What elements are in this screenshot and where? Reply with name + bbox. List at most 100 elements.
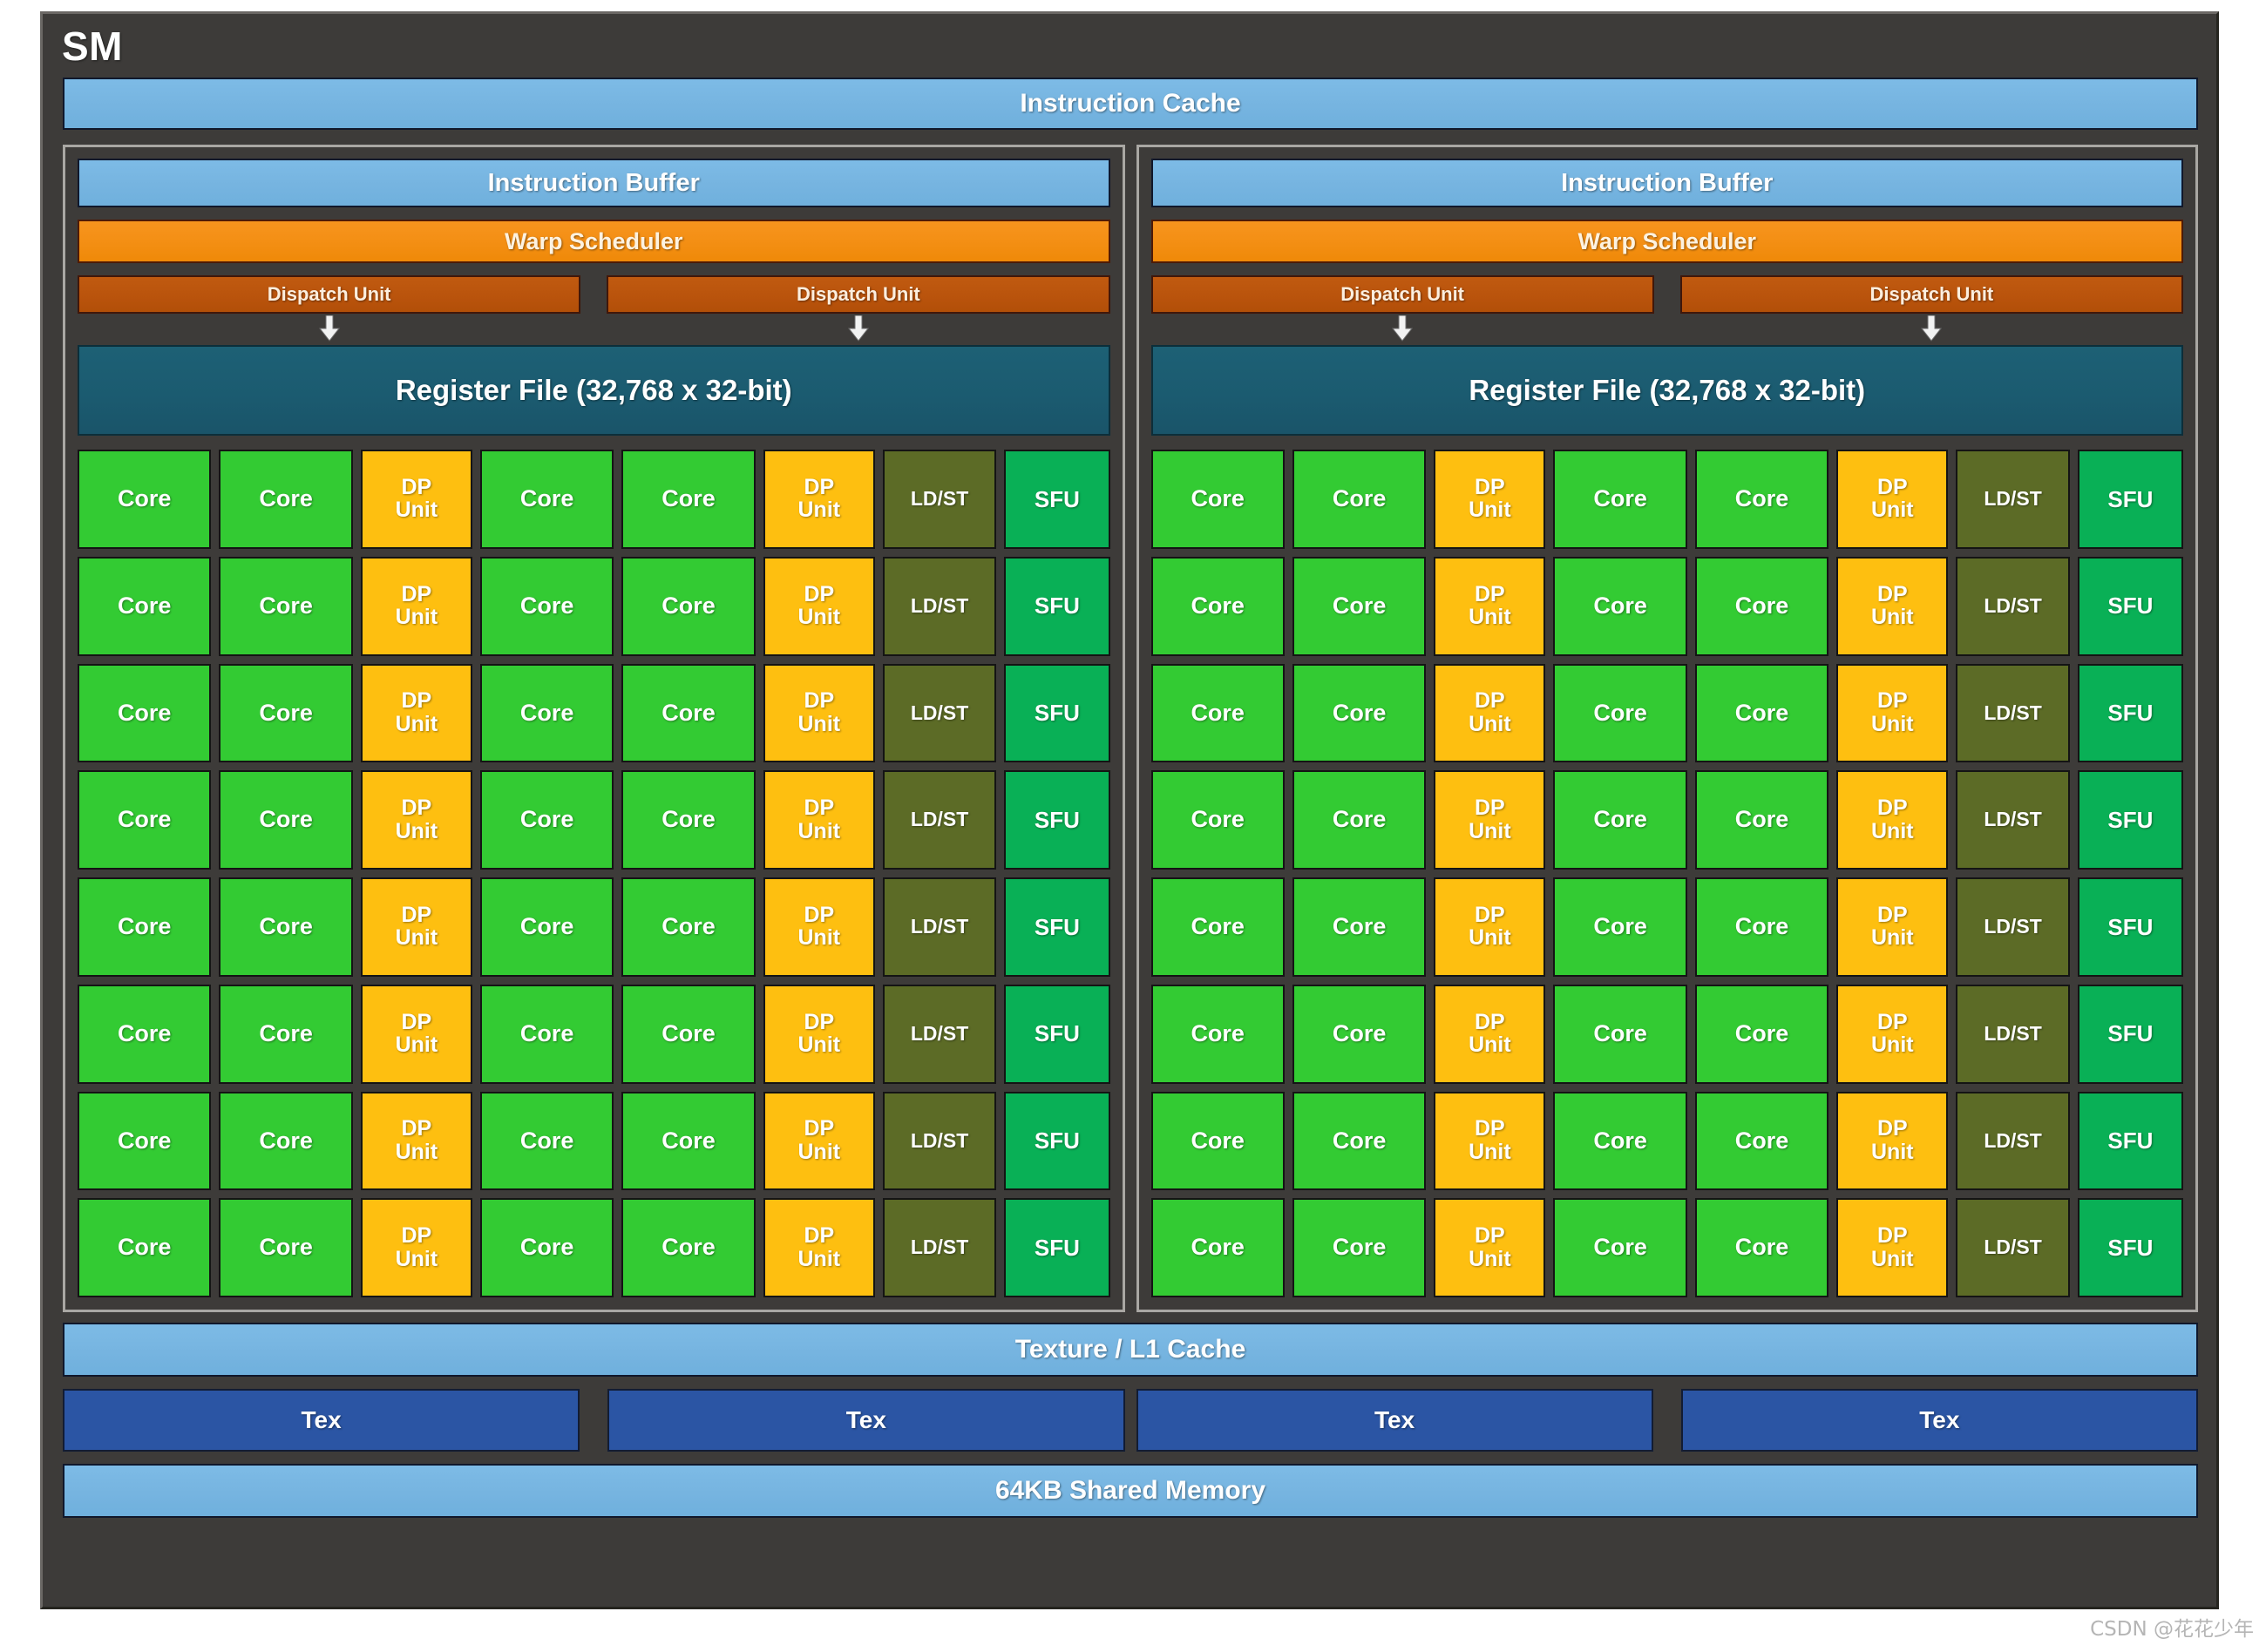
- dispatch-arrow-row-left: [78, 314, 1110, 343]
- core-unit: Core: [1553, 1198, 1687, 1297]
- core-unit: Core: [78, 1091, 212, 1191]
- dp-unit: DP Unit: [1836, 1198, 1949, 1297]
- special-function-unit: SFU: [2077, 1198, 2184, 1297]
- core-unit: Core: [621, 450, 756, 549]
- tex-unit-1: Tex: [607, 1389, 1125, 1452]
- down-arrow-icon: [318, 315, 341, 342]
- dp-unit: DP Unit: [1434, 450, 1546, 549]
- dp-unit: DP Unit: [1836, 1091, 1949, 1191]
- core-unit: Core: [1553, 450, 1687, 549]
- sm-outer-panel: SM Instruction Cache Instruction Buffer …: [40, 11, 2219, 1609]
- dp-unit-label-line2: Unit: [1871, 498, 1914, 523]
- dispatch-unit-row-left: Dispatch Unit Dispatch Unit: [78, 275, 1110, 314]
- dp-unit: DP Unit: [763, 1198, 875, 1297]
- execution-unit-row: Core Core DP Unit Core Core DP Unit LD/ST SFU: [1150, 984, 2184, 1084]
- down-arrow-icon: [1391, 315, 1414, 342]
- warp-scheduler-left: Warp Scheduler: [78, 220, 1110, 263]
- dispatch-unit-left-1: Dispatch Unit: [607, 275, 1110, 314]
- core-unit: Core: [1292, 1091, 1427, 1191]
- core-unit: Core: [479, 770, 614, 870]
- dp-unit: DP Unit: [763, 1091, 875, 1191]
- dispatch-unit-left-0: Dispatch Unit: [78, 275, 581, 314]
- special-function-unit: SFU: [1004, 1198, 1110, 1297]
- core-unit: Core: [621, 663, 756, 763]
- core-unit: Core: [1150, 770, 1285, 870]
- dp-unit-label-line1: DP: [1475, 1116, 1505, 1141]
- core-unit: Core: [1292, 556, 1427, 656]
- special-function-unit: SFU: [1004, 556, 1110, 656]
- tex-group-right: Tex Tex: [1130, 1389, 2198, 1452]
- warp-scheduler-right: Warp Scheduler: [1150, 220, 2183, 263]
- core-unit: Core: [1150, 1198, 1285, 1297]
- load-store-unit: LD/ST: [1956, 1198, 2070, 1297]
- dp-unit-label-line1: DP: [1876, 1223, 1908, 1249]
- dp-unit: DP Unit: [1434, 770, 1546, 870]
- dp-unit-label-line2: Unit: [1871, 925, 1914, 951]
- core-unit: Core: [78, 770, 212, 870]
- dp-unit-label-line2: Unit: [797, 1139, 841, 1164]
- processing-block-left: Instruction Buffer Warp Scheduler Dispat…: [63, 145, 1125, 1312]
- core-unit: Core: [78, 450, 212, 549]
- core-unit: Core: [219, 556, 353, 656]
- core-unit: Core: [78, 984, 212, 1084]
- tex-group-left: Tex Tex: [63, 1389, 1130, 1452]
- dp-unit: DP Unit: [763, 556, 875, 656]
- special-function-unit: SFU: [2077, 450, 2184, 549]
- core-unit: Core: [1694, 877, 1829, 977]
- execution-unit-row: Core Core DP Unit Core Core DP Unit LD/ST SFU: [78, 450, 1110, 549]
- down-arrow-icon: [1920, 315, 1943, 342]
- dp-unit-label-line1: DP: [1876, 902, 1908, 927]
- dp-unit-label-line1: DP: [804, 581, 835, 606]
- dp-unit-label-line2: Unit: [1469, 1246, 1511, 1271]
- core-unit: Core: [1150, 663, 1285, 763]
- dp-unit-label-line2: Unit: [1469, 498, 1511, 523]
- dp-unit-label-line1: DP: [1876, 796, 1908, 821]
- dispatch-arrow-row-right: [1151, 314, 2184, 343]
- dp-unit-label-line2: Unit: [1469, 1032, 1511, 1058]
- arrow-cell-right-0: [1151, 315, 1654, 342]
- core-unit: Core: [78, 556, 212, 656]
- execution-unit-row: Core Core DP Unit Core Core DP Unit LD/ST SFU: [78, 770, 1110, 870]
- dp-unit-label-line2: Unit: [797, 498, 841, 523]
- core-unit: Core: [1694, 1091, 1829, 1191]
- execution-unit-row: Core Core DP Unit Core Core DP Unit LD/ST SFU: [78, 984, 1110, 1084]
- core-unit: Core: [78, 663, 212, 763]
- dp-unit-label-line2: Unit: [1871, 818, 1914, 843]
- load-store-unit: LD/ST: [882, 877, 997, 977]
- load-store-unit: LD/ST: [882, 770, 997, 870]
- dp-unit-label-line1: DP: [401, 581, 432, 606]
- core-unit: Core: [1292, 877, 1427, 977]
- dp-unit-label-line1: DP: [1475, 474, 1505, 499]
- dp-unit-label-line2: Unit: [1871, 1032, 1914, 1058]
- instruction-cache-block: Instruction Cache: [63, 78, 2198, 130]
- dp-unit: DP Unit: [763, 663, 875, 763]
- dp-unit-label-line1: DP: [401, 1223, 432, 1249]
- special-function-unit: SFU: [2077, 556, 2184, 656]
- dp-unit-label-line2: Unit: [797, 925, 841, 951]
- core-unit: Core: [1553, 1091, 1687, 1191]
- register-file-right: Register File (32,768 x 32-bit): [1150, 345, 2183, 436]
- core-unit: Core: [621, 770, 756, 870]
- dp-unit-label-line1: DP: [804, 1116, 835, 1141]
- dp-unit-label-line1: DP: [804, 474, 835, 499]
- execution-unit-row: Core Core DP Unit Core Core DP Unit LD/ST SFU: [78, 663, 1110, 763]
- core-unit: Core: [1292, 450, 1427, 549]
- special-function-unit: SFU: [2077, 1091, 2184, 1191]
- dp-unit-label-line1: DP: [1475, 1223, 1505, 1249]
- core-unit: Core: [219, 450, 353, 549]
- dp-unit-label-line2: Unit: [1871, 1139, 1914, 1164]
- core-unit: Core: [479, 663, 614, 763]
- dp-unit: DP Unit: [1836, 663, 1949, 763]
- core-unit: Core: [1292, 663, 1427, 763]
- dp-unit-label-line2: Unit: [797, 1032, 841, 1058]
- dp-unit-label-line2: Unit: [395, 1032, 438, 1058]
- dp-unit: DP Unit: [360, 984, 472, 1084]
- execution-unit-row: Core Core DP Unit Core Core DP Unit LD/ST SFU: [1150, 877, 2184, 977]
- dp-unit: DP Unit: [360, 556, 472, 656]
- dp-unit: DP Unit: [1434, 1198, 1546, 1297]
- special-function-unit: SFU: [2077, 877, 2184, 977]
- dp-unit-label-line2: Unit: [1469, 925, 1511, 951]
- execution-unit-row: Core Core DP Unit Core Core DP Unit LD/ST SFU: [1150, 450, 2184, 549]
- dp-unit-label-line1: DP: [1876, 581, 1908, 606]
- execution-unit-row: Core Core DP Unit Core Core DP Unit LD/ST SFU: [1150, 1091, 2184, 1191]
